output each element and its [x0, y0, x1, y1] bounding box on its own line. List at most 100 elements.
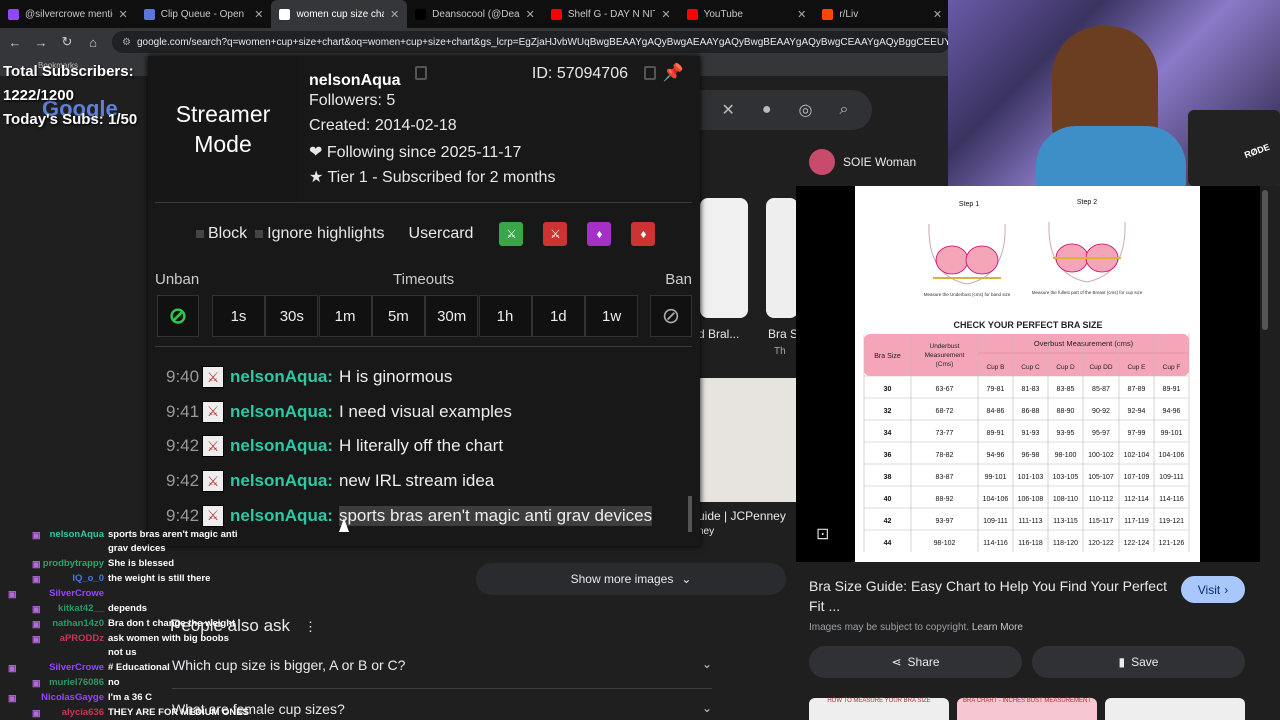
- chat-message-continued: grav devices: [108, 543, 166, 554]
- question-item[interactable]: What are female cup sizes? ⌄: [172, 701, 712, 717]
- unban-button[interactable]: ⊘: [157, 295, 199, 337]
- message-username[interactable]: nelsonAqua:: [230, 367, 333, 387]
- chat-username[interactable]: kitkat42__: [58, 602, 104, 616]
- image-result-label[interactable]: uide | JCPenney: [698, 509, 786, 523]
- more-options-icon[interactable]: ⋮: [304, 619, 317, 634]
- copy-icon[interactable]: [644, 66, 656, 80]
- timeouts-label: Timeouts: [393, 271, 455, 288]
- chat-badge-icon: ▣: [32, 708, 41, 718]
- mod-sword-icon[interactable]: ⚔: [499, 222, 524, 246]
- home-icon[interactable]: ⌂: [86, 35, 100, 50]
- chat-username[interactable]: muriel76086: [49, 676, 104, 690]
- source-favicon: [809, 149, 835, 175]
- table-cell: 83-85: [1057, 386, 1075, 393]
- chat-username[interactable]: nelsonAqua: [50, 528, 104, 542]
- browser-tab[interactable]: women cup size chart - Goog ✕: [271, 0, 408, 28]
- forward-icon[interactable]: →: [34, 35, 48, 50]
- copy-icon[interactable]: [415, 66, 427, 80]
- chat-username[interactable]: NicolasGayge: [41, 691, 104, 705]
- related-image-thumb[interactable]: BRA CHART - INCHES BUST MEASUREMENT: [957, 698, 1097, 720]
- image-result-label[interactable]: Bra S: [768, 327, 798, 341]
- table-cell: 119-121: [1159, 518, 1184, 525]
- tab-favicon: [279, 8, 291, 20]
- reload-icon[interactable]: ↻: [60, 34, 74, 50]
- related-image-thumb[interactable]: [1105, 698, 1245, 720]
- block-checkbox[interactable]: [196, 230, 204, 238]
- chat-username[interactable]: IQ_o_0: [72, 572, 104, 586]
- image-result-thumb[interactable]: [698, 378, 798, 502]
- timeout-button[interactable]: 5m: [371, 295, 425, 337]
- close-icon[interactable]: ✕: [661, 8, 670, 21]
- ignore-highlights-checkbox[interactable]: [255, 230, 264, 238]
- site-info-icon[interactable]: ⚙: [122, 37, 131, 48]
- back-icon[interactable]: ←: [8, 35, 22, 50]
- user-id: ID: 57094706: [531, 65, 628, 82]
- unvip-gem-icon[interactable]: ♦: [631, 222, 656, 246]
- image-source[interactable]: SOIE Woman: [809, 148, 949, 176]
- total-subscribers: Total Subscribers: 1222/1200: [3, 63, 134, 104]
- chat-badge-icon: ▣: [32, 604, 41, 614]
- close-icon[interactable]: ✕: [254, 8, 263, 21]
- chat-username[interactable]: aPRODDz: [60, 632, 104, 646]
- vip-gem-icon[interactable]: ♦: [587, 222, 612, 246]
- usercard-link[interactable]: Usercard: [409, 225, 474, 243]
- visit-button[interactable]: Visit ›: [1181, 576, 1245, 603]
- browser-tab[interactable]: Clip Queue - Open ✕: [136, 0, 272, 28]
- timeout-button[interactable]: 1s: [212, 295, 265, 337]
- unmod-sword-icon[interactable]: ⚔: [543, 222, 568, 246]
- related-image-thumb[interactable]: HOW TO MEASURE YOUR BRA SIZE: [809, 698, 949, 720]
- followers-count: Followers: 5: [309, 92, 396, 109]
- browser-tab[interactable]: r/Liv ✕: [814, 0, 950, 28]
- share-button[interactable]: ⋖ Share: [809, 646, 1022, 678]
- step2-label: Step 2: [1077, 199, 1097, 206]
- table-cell: 88-92: [936, 496, 954, 503]
- browser-tab[interactable]: Deansocool (@Deansocool) / ✕: [407, 0, 543, 28]
- message-username[interactable]: nelsonAqua:: [230, 436, 333, 456]
- show-more-images-button[interactable]: Show more images ⌄: [476, 563, 786, 595]
- log-scrollbar[interactable]: [688, 496, 692, 532]
- search-icon[interactable]: ⌕: [839, 101, 848, 119]
- close-icon[interactable]: ✕: [933, 8, 942, 21]
- chat-username[interactable]: prodbytrappy: [43, 557, 104, 571]
- bra-size-chart-image[interactable]: Step 1 Step 2 Measure the Underbust (cms) …: [855, 186, 1200, 562]
- message-username[interactable]: nelsonAqua:: [230, 402, 333, 422]
- timeout-button[interactable]: 30m: [425, 295, 479, 337]
- chat-username[interactable]: nathan14z0: [52, 617, 104, 631]
- browser-tab[interactable]: YouTube ✕: [679, 0, 815, 28]
- log-message: 9:42 ⚔ nelsonAqua: H literally off the char…: [166, 431, 503, 461]
- save-button[interactable]: ▮ Save: [1032, 646, 1245, 678]
- chevron-down-icon[interactable]: ⌄: [702, 657, 712, 671]
- image-result-thumb[interactable]: [700, 198, 748, 318]
- browser-tab[interactable]: @silvercrowe mentioned ✕: [0, 0, 136, 28]
- timeout-button[interactable]: 1m: [318, 295, 372, 337]
- mic-icon[interactable]: ●: [762, 101, 772, 119]
- chat-username[interactable]: alycia636: [62, 706, 104, 720]
- timeout-button[interactable]: 1w: [585, 295, 639, 337]
- ban-button[interactable]: ⊘: [650, 295, 692, 337]
- message-username[interactable]: nelsonAqua:: [230, 471, 333, 491]
- browser-tab[interactable]: Shelf G - DAY N NITE Freesty ✕: [543, 0, 679, 28]
- timeout-button[interactable]: 30s: [265, 295, 319, 337]
- google-lens-icon[interactable]: ⊡: [816, 524, 829, 544]
- image-caption[interactable]: Bra Size Guide: Easy Chart to Help You F…: [809, 576, 1169, 616]
- close-icon[interactable]: ✕: [526, 8, 535, 21]
- close-icon[interactable]: ✕: [119, 8, 128, 21]
- timeout-button[interactable]: 1h: [478, 295, 532, 337]
- image-result-thumb[interactable]: [766, 198, 798, 318]
- chat-username[interactable]: SilverCrowe: [49, 587, 104, 601]
- close-icon[interactable]: ✕: [797, 8, 806, 21]
- table-cell: 94-96: [1163, 408, 1181, 415]
- panel-scrollbar[interactable]: [1262, 190, 1268, 330]
- learn-more-link[interactable]: Learn More: [972, 622, 1023, 633]
- chat-username[interactable]: SilverCrowe: [49, 661, 104, 675]
- clear-icon[interactable]: ✕: [721, 100, 734, 120]
- chevron-down-icon[interactable]: ⌄: [702, 701, 712, 715]
- address-bar[interactable]: ⚙ google.com/search?q=women+cup+size+cha…: [112, 31, 950, 53]
- image-result-label[interactable]: d Bral...: [698, 327, 739, 341]
- question-item[interactable]: Which cup size is bigger, A or B or C? ⌄: [172, 657, 712, 673]
- chat-badge-icon: ▣: [32, 559, 41, 569]
- close-icon[interactable]: ✕: [390, 8, 399, 21]
- timeout-button[interactable]: 1d: [531, 295, 585, 337]
- pin-icon[interactable]: 📌: [663, 63, 684, 83]
- lens-icon[interactable]: ◎: [799, 100, 813, 120]
